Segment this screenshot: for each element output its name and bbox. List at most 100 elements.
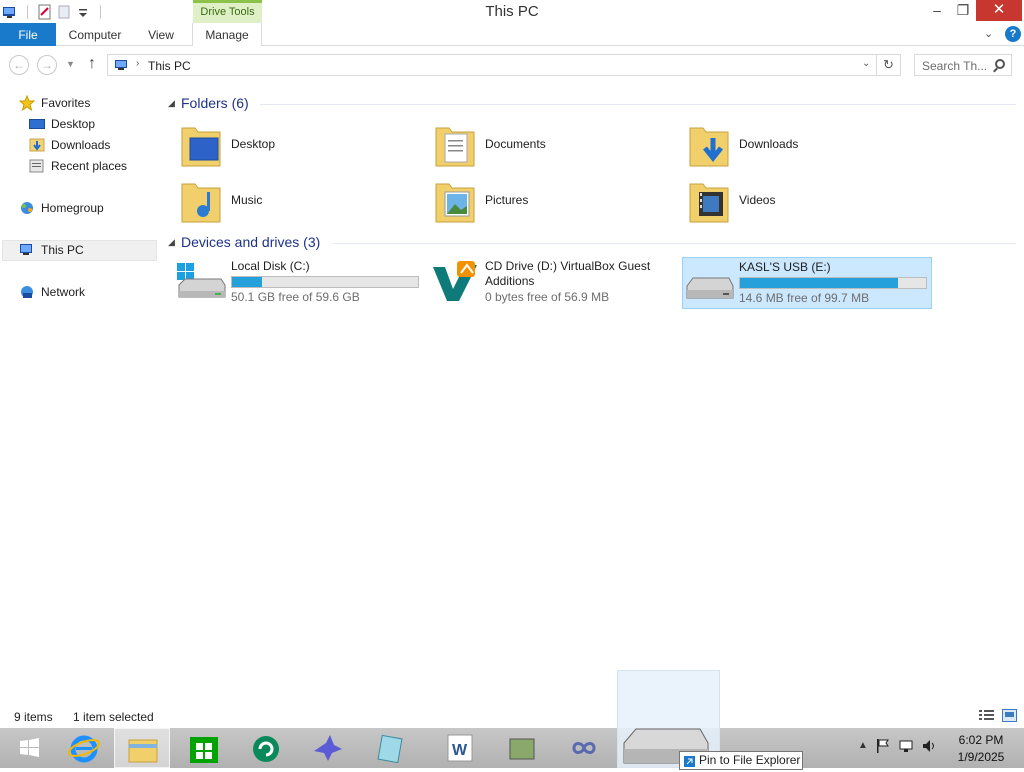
taskbar-store[interactable] (176, 728, 232, 768)
drive-name: KASL'S USB (E:) (739, 260, 831, 274)
drive-usage-fill (232, 277, 262, 287)
breadcrumb[interactable]: This PC (148, 59, 191, 73)
search-icon[interactable] (995, 59, 1005, 69)
nav-item-label: Desktop (51, 117, 96, 131)
usb-drive-icon (685, 260, 739, 306)
divider (100, 4, 101, 19)
collapse-icon[interactable]: ◢ (168, 237, 175, 248)
collapse-icon[interactable]: ◢ (168, 98, 175, 109)
drive-d[interactable]: CD Drive (D:) VirtualBox Guest Additions… (433, 257, 685, 309)
folder-desktop[interactable]: Desktop (181, 122, 421, 178)
taskbar-word[interactable]: W (432, 728, 488, 768)
computer-icon (19, 242, 35, 258)
taskbar-app[interactable] (238, 728, 294, 768)
taskbar-bird-app[interactable] (300, 728, 356, 768)
clock-time[interactable]: 6:02 PM (951, 733, 1011, 747)
nav-item-downloads[interactable]: Downloads (29, 135, 111, 155)
folder-label: Videos (739, 193, 776, 207)
drive-free-space: 0 bytes free of 56.9 MB (485, 290, 610, 304)
taskbar-infinity-app[interactable] (556, 728, 612, 768)
clock-date[interactable]: 1/9/2025 (951, 750, 1011, 764)
computer-icon (112, 57, 130, 73)
window-title: This PC (485, 3, 539, 20)
refresh-button[interactable]: ↻ (877, 54, 901, 76)
pin-arrow-icon (684, 755, 695, 767)
computer-icon[interactable] (2, 4, 18, 20)
nav-item-favorites[interactable]: Favorites (18, 93, 90, 113)
search-placeholder: Search Th... (922, 59, 988, 73)
folder-videos[interactable]: Videos (689, 178, 929, 234)
star-icon (18, 94, 36, 112)
action-center-flag-icon[interactable] (876, 738, 890, 754)
status-item-count: 9 items (14, 710, 53, 724)
downloads-icon (29, 137, 45, 153)
folder-downloads[interactable]: Downloads (689, 122, 929, 178)
documents-folder-icon (435, 122, 475, 168)
taskbar-internet-explorer[interactable] (56, 728, 112, 768)
maximize-button[interactable]: ❐ (950, 0, 976, 21)
desktop-icon (29, 116, 45, 132)
address-bar[interactable]: › This PC ⌄ (107, 54, 877, 76)
folder-documents[interactable]: Documents (435, 122, 675, 178)
downloads-folder-icon (689, 122, 729, 168)
nav-item-network[interactable]: Network (21, 282, 85, 302)
back-button[interactable]: ← (9, 55, 29, 75)
file-explorer-icon (127, 734, 159, 764)
tab-manage[interactable]: Manage (192, 23, 262, 47)
customize-toolbar-icon[interactable] (75, 4, 91, 20)
up-arrow-icon[interactable]: ↑ (88, 55, 96, 73)
nav-item-desktop[interactable]: Desktop (29, 114, 96, 134)
details-view-icon[interactable] (979, 709, 994, 722)
nav-item-this-pc[interactable]: This PC (20, 240, 84, 260)
drive-e[interactable]: KASL'S USB (E:) 14.6 MB free of 99.7 MB (682, 257, 932, 309)
expand-ribbon-icon[interactable]: ⌄ (984, 27, 993, 40)
help-icon[interactable]: ? (1005, 26, 1021, 42)
close-button[interactable]: ✕ (976, 0, 1022, 21)
chevron-down-icon[interactable]: ⌄ (862, 58, 870, 69)
nav-item-recent-places[interactable]: Recent places (29, 156, 127, 176)
taskbar-file-explorer[interactable] (114, 728, 170, 768)
recent-places-icon (29, 158, 45, 174)
divider (260, 104, 1016, 105)
folder-pictures[interactable]: Pictures (435, 178, 675, 234)
nav-item-homegroup[interactable]: Homegroup (21, 198, 104, 218)
group-title-folders[interactable]: Folders (6) (181, 95, 249, 111)
tab-view[interactable]: View (134, 23, 188, 46)
notepad-app-icon (374, 733, 406, 764)
new-folder-icon[interactable] (56, 4, 72, 20)
network-status-icon[interactable] (898, 738, 914, 754)
pin-tooltip: Pin to File Explorer (679, 751, 803, 770)
network-icon (19, 284, 35, 300)
homegroup-icon (19, 200, 35, 216)
drive-free-space: 50.1 GB free of 59.6 GB (231, 290, 360, 304)
navigation-bar: ← → ▼ ↑ › This PC ⌄ ↻ Search Th... (0, 46, 1024, 84)
folder-label: Music (231, 193, 263, 207)
search-input[interactable]: Search Th... (914, 54, 1012, 76)
drive-usage-bar (231, 276, 419, 288)
large-icons-view-icon[interactable] (1002, 709, 1017, 722)
app-icon (506, 733, 538, 763)
folder-label: Desktop (231, 137, 276, 151)
show-hidden-icons-icon[interactable]: ▲ (858, 740, 868, 751)
divider (27, 4, 28, 19)
properties-icon[interactable] (37, 4, 53, 20)
volume-icon[interactable] (921, 738, 937, 754)
nav-item-label: Downloads (51, 138, 111, 152)
start-button[interactable] (0, 728, 56, 768)
internet-explorer-icon (67, 733, 101, 763)
drive-free-space: 14.6 MB free of 99.7 MB (739, 291, 870, 305)
minimize-button[interactable]: – (924, 0, 950, 21)
breadcrumb-chevron-icon[interactable]: › (136, 58, 139, 69)
taskbar-app[interactable] (494, 728, 550, 768)
taskbar-notepad-app[interactable] (362, 728, 418, 768)
drive-c[interactable]: Local Disk (C:) 50.1 GB free of 59.6 GB (177, 257, 431, 309)
tab-file[interactable]: File (0, 23, 56, 46)
folder-music[interactable]: Music (181, 178, 421, 234)
drive-name: CD Drive (D:) VirtualBox Guest Additions (485, 259, 651, 288)
recent-locations-icon[interactable]: ▼ (66, 59, 75, 69)
title-bar: Drive Tools This PC – ❐ ✕ (0, 0, 1024, 23)
desktop-folder-icon (181, 122, 221, 168)
tab-computer[interactable]: Computer (60, 23, 130, 46)
forward-button[interactable]: → (37, 55, 57, 75)
group-title-drives[interactable]: Devices and drives (3) (181, 234, 320, 250)
